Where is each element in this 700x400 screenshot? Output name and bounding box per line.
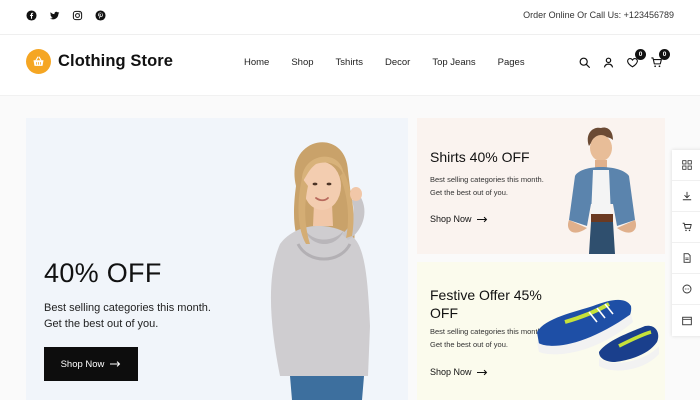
promo-shop-now-link[interactable]: Shop Now <box>430 367 488 377</box>
promo-description: Best selling categories this month. Get … <box>430 175 544 197</box>
promo-shoes-image <box>537 299 659 371</box>
cart-icon[interactable]: 0 <box>650 49 670 70</box>
brand[interactable]: Clothing Store <box>26 49 173 74</box>
hero-description: Best selling categories this month. Get … <box>44 302 211 330</box>
promo-shop-now-link[interactable]: Shop Now <box>430 214 488 224</box>
top-bar: Order Online Or Call Us: +123456789 <box>0 0 700 30</box>
pinterest-icon[interactable] <box>95 9 106 21</box>
nav-tshirts[interactable]: Tshirts <box>336 57 363 68</box>
nav-pages[interactable]: Pages <box>498 57 525 68</box>
social-links <box>26 9 106 21</box>
promo-shop-now-label: Shop Now <box>430 214 472 224</box>
promo-shop-now-label: Shop Now <box>430 367 472 377</box>
facebook-icon[interactable] <box>26 9 37 21</box>
main-header: Clothing Store Home Shop Tshirts Decor T… <box>0 35 700 95</box>
chat-icon <box>682 284 692 294</box>
rail-download-button[interactable] <box>672 181 700 212</box>
hero-banner: 40% OFF Best selling categories this mon… <box>26 118 408 400</box>
rail-chat-button[interactable] <box>672 274 700 305</box>
brand-name: Clothing Store <box>58 52 174 70</box>
twitter-icon[interactable] <box>49 10 60 21</box>
user-icon[interactable] <box>602 56 616 70</box>
document-icon <box>683 253 691 263</box>
hero-shop-now-label: Shop Now <box>60 358 105 370</box>
hero-model-image <box>270 142 370 400</box>
search-icon[interactable] <box>578 56 592 70</box>
arrow-right-icon <box>110 361 121 367</box>
side-toolbar <box>672 150 700 336</box>
rail-cart-button[interactable] <box>672 212 700 243</box>
rail-grid-button[interactable] <box>672 150 700 181</box>
window-icon <box>682 316 692 325</box>
contact-info: Order Online Or Call Us: +123456789 <box>523 10 674 20</box>
nav-home[interactable]: Home <box>244 57 269 68</box>
instagram-icon[interactable] <box>72 10 83 21</box>
basket-icon <box>26 49 51 74</box>
grid-icon <box>682 160 692 170</box>
nav-top-jeans[interactable]: Top Jeans <box>432 57 475 68</box>
hero-title: 40% OFF <box>44 258 162 288</box>
rail-window-button[interactable] <box>672 305 700 336</box>
nav-shop[interactable]: Shop <box>291 57 313 68</box>
promo-title: Shirts 40% OFF <box>430 149 530 165</box>
arrow-right-icon <box>476 369 487 375</box>
header-icons: 0 0 <box>578 49 670 70</box>
promo-card-festive[interactable]: Festive Offer 45% OFF Best selling categ… <box>417 262 665 400</box>
download-icon <box>682 191 692 201</box>
promo-description: Best selling categories this month. Get … <box>430 327 544 349</box>
cart-icon <box>682 222 692 232</box>
nav-decor[interactable]: Decor <box>385 57 410 68</box>
arrow-right-icon <box>476 216 487 222</box>
wishlist-icon[interactable]: 0 <box>626 49 646 70</box>
wishlist-count-badge: 0 <box>635 49 646 60</box>
promo-card-shirts[interactable]: Shirts 40% OFF Best selling categories t… <box>417 118 665 254</box>
main-nav: Home Shop Tshirts Decor Top Jeans Pages <box>244 57 547 68</box>
rail-document-button[interactable] <box>672 243 700 274</box>
cart-count-badge: 0 <box>659 49 670 60</box>
hero-shop-now-button[interactable]: Shop Now <box>44 347 138 381</box>
promo-model-image <box>567 127 637 254</box>
